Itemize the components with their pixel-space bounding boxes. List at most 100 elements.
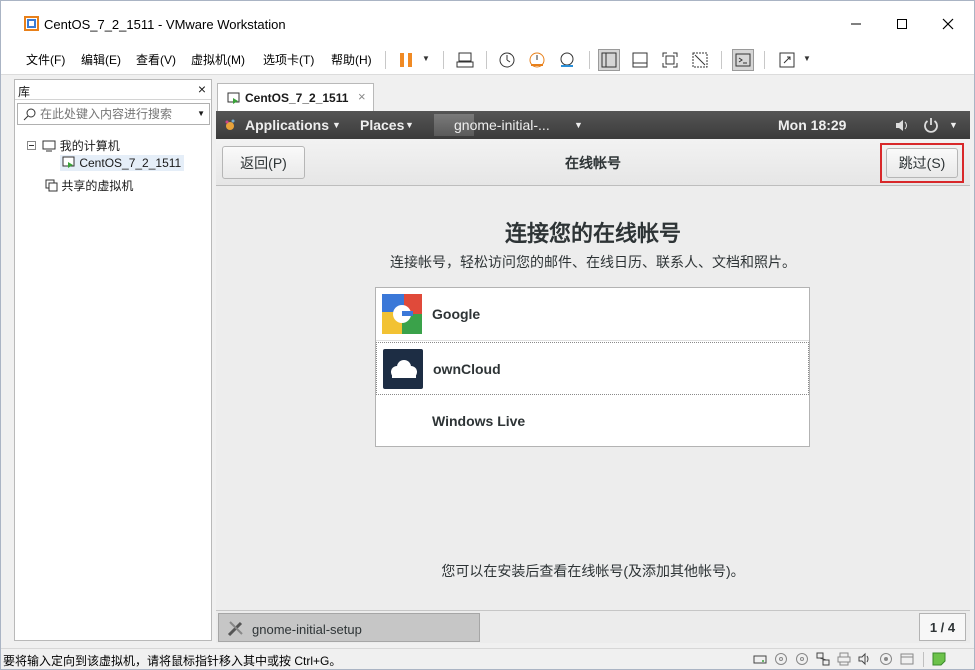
provider-list: Google ownCloud Windows Live xyxy=(375,287,810,447)
pause-button[interactable] xyxy=(395,49,417,71)
toolbar-separator xyxy=(443,51,444,69)
stretch-dropdown-icon[interactable]: ▼ xyxy=(803,54,811,63)
unity-icon xyxy=(692,52,708,68)
close-button[interactable] xyxy=(925,9,971,39)
cd-dvd-icon[interactable] xyxy=(774,652,788,666)
guest-display[interactable]: Applications ▼ Places ▼ gnome-initial-..… xyxy=(216,111,970,643)
search-dropdown-icon[interactable]: ▼ xyxy=(197,109,205,118)
vmware-logo-icon xyxy=(24,16,39,31)
thumbnail-bar-button[interactable] xyxy=(629,49,651,71)
snapshot-clock-icon xyxy=(499,52,515,68)
window-title: CentOS_7_2_1511 - VMware Workstation xyxy=(44,17,286,32)
setup-tools-icon xyxy=(227,621,243,637)
footer-note: 您可以在安装后查看在线帐号(及添加其他帐号)。 xyxy=(441,563,745,579)
vmware-window: CentOS_7_2_1511 - VMware Workstation 文件(… xyxy=(0,0,975,670)
power-caret-icon: ▼ xyxy=(949,120,958,130)
menu-view[interactable]: 查看(V) xyxy=(136,51,176,68)
vm-tab-close-icon[interactable]: × xyxy=(358,89,366,104)
tree-vm-item[interactable]: CentOS_7_2_1511 xyxy=(60,155,185,171)
library-search-box[interactable]: ▼ xyxy=(17,103,210,125)
window-menu-caret-icon: ▼ xyxy=(574,120,583,130)
skip-button[interactable]: 跳过(S) xyxy=(886,148,958,178)
tree-my-computer[interactable]: 我的计算机 xyxy=(27,137,120,154)
sound-card-icon[interactable] xyxy=(858,652,872,666)
close-icon xyxy=(942,18,954,30)
vm-tab[interactable]: CentOS_7_2_1511 × xyxy=(217,83,374,111)
library-header: 库 × xyxy=(15,80,211,100)
search-input[interactable] xyxy=(40,107,190,121)
send-ctrl-alt-del-button[interactable] xyxy=(454,49,476,71)
minimize-button[interactable] xyxy=(833,9,879,39)
revert-snapshot-button[interactable] xyxy=(526,49,548,71)
shared-vm-icon xyxy=(45,179,58,192)
minimize-icon xyxy=(851,23,861,25)
collapse-icon[interactable] xyxy=(27,141,37,151)
gnome-top-panel: Applications ▼ Places ▼ gnome-initial-..… xyxy=(216,111,970,139)
printer-icon[interactable] xyxy=(837,652,851,666)
unity-button[interactable] xyxy=(689,49,711,71)
maximize-button[interactable] xyxy=(879,9,925,39)
fullscreen-button[interactable] xyxy=(659,49,681,71)
menu-edit[interactable]: 编辑(E) xyxy=(81,51,121,68)
toolbar-separator xyxy=(721,51,722,69)
menu-tabs[interactable]: 选项卡(T) xyxy=(263,51,314,68)
network-adapter-icon[interactable] xyxy=(816,652,830,666)
vm-running-icon xyxy=(62,156,75,168)
menu-toolbar: 文件(F) 编辑(E) 查看(V) 虚拟机(M) 选项卡(T) 帮助(H) ▼ xyxy=(1,45,974,75)
taskbar-item-initial-setup[interactable]: gnome-initial-setup xyxy=(218,613,480,642)
places-caret-icon: ▼ xyxy=(405,120,414,130)
library-layout-icon xyxy=(601,52,617,68)
volume-icon[interactable] xyxy=(895,119,911,132)
revert-snapshot-icon xyxy=(529,52,545,68)
menu-vm[interactable]: 虚拟机(M) xyxy=(191,51,245,68)
provider-google-label: Google xyxy=(432,306,481,322)
snapshot-manager-button[interactable] xyxy=(556,49,578,71)
status-separator xyxy=(923,652,924,667)
provider-windows-live-label: Windows Live xyxy=(432,413,526,429)
pause-dropdown-icon[interactable]: ▼ xyxy=(422,54,430,63)
snapshot-manager-icon xyxy=(560,52,574,67)
pause-icon xyxy=(400,53,412,67)
usb-device-icon[interactable] xyxy=(879,652,893,666)
owncloud-icon xyxy=(383,349,423,389)
toolbar-separator xyxy=(764,51,765,69)
applications-menu[interactable]: Applications xyxy=(245,117,329,133)
hard-disk-icon[interactable] xyxy=(753,652,767,666)
menu-file[interactable]: 文件(F) xyxy=(26,51,65,68)
library-close-icon[interactable]: × xyxy=(198,81,206,97)
gnome-foot-icon xyxy=(225,119,235,130)
google-icon xyxy=(382,294,422,334)
provider-windows-live[interactable]: Windows Live xyxy=(376,395,809,448)
console-view-button[interactable] xyxy=(732,49,754,71)
vm-tab-label: CentOS_7_2_1511 xyxy=(245,91,349,105)
library-title: 库 xyxy=(18,85,31,99)
title-bar: CentOS_7_2_1511 - VMware Workstation xyxy=(1,1,974,45)
tree-shared-vms[interactable]: 共享的虚拟机 xyxy=(45,177,133,194)
workspace-indicator[interactable]: 1 / 4 xyxy=(919,613,966,641)
stretch-icon xyxy=(779,52,795,68)
provider-google[interactable]: Google xyxy=(376,288,809,341)
message-log-icon[interactable] xyxy=(932,652,946,666)
computer-icon xyxy=(42,140,56,152)
tree-my-computer-label: 我的计算机 xyxy=(59,139,120,153)
applications-caret-icon: ▼ xyxy=(332,120,341,130)
power-icon[interactable] xyxy=(923,117,939,133)
clock[interactable]: Mon 18:29 xyxy=(778,117,846,133)
stretch-guest-button[interactable] xyxy=(776,49,798,71)
taskbar-item-label: gnome-initial-setup xyxy=(252,622,362,637)
provider-owncloud[interactable]: ownCloud xyxy=(376,342,809,395)
snapshot-button[interactable] xyxy=(496,49,518,71)
gnome-bottom-panel: gnome-initial-setup 1 / 4 xyxy=(216,610,970,643)
tree-shared-label: 共享的虚拟机 xyxy=(61,179,134,193)
cd-dvd-2-icon[interactable] xyxy=(795,652,809,666)
skip-highlight: 跳过(S) xyxy=(880,143,964,183)
header-title: 在线帐号 xyxy=(565,155,621,171)
fullscreen-icon xyxy=(662,52,678,68)
show-library-button[interactable] xyxy=(598,49,620,71)
menu-help[interactable]: 帮助(H) xyxy=(331,51,372,68)
display-icon[interactable] xyxy=(900,652,914,666)
search-icon xyxy=(23,108,36,121)
toolbar-separator xyxy=(486,51,487,69)
places-menu[interactable]: Places xyxy=(360,117,404,133)
window-menu[interactable]: gnome-initial-... xyxy=(454,117,550,133)
